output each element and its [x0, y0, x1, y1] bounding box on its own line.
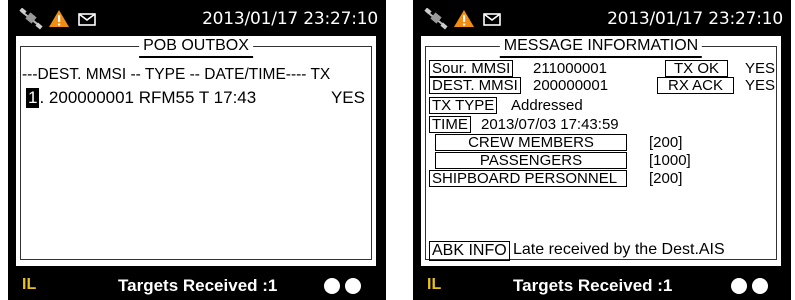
datetime: 2013/01/17 23:27:10: [607, 9, 783, 29]
satellite-icon: [424, 8, 448, 30]
outbox-column-header: ---DEST. MMSI -- TYPE -- DATE/TIME---- T…: [22, 66, 331, 83]
il-indicator: IL: [22, 276, 37, 293]
tx-type-row: TX TYPE: [429, 97, 498, 114]
message-info-panel: MESSAGE INFORMATION Sour. MMSI 211000001…: [421, 36, 781, 266]
message-information-screen: 2013/01/17 23:27:10 MESSAGE INFORMATION …: [413, 0, 791, 300]
warning-icon: [49, 10, 69, 27]
targets-received: Targets Received :1: [513, 276, 673, 295]
row-details: . 200000001 RFM55 T 17:43: [39, 88, 257, 107]
passengers-value: [1000]: [649, 152, 691, 169]
dest-mmsi-label: DEST. MMSI: [429, 77, 521, 94]
abk-value: Late received by the Dest.AIS: [513, 241, 725, 258]
status-dot-1: [324, 278, 340, 294]
sour-mmsi-row: Sour. MMSI: [429, 60, 514, 77]
abk-row: ABK INFO: [429, 241, 510, 261]
tx-ok-value: YES: [745, 60, 776, 77]
time-row: TIME: [429, 116, 471, 133]
pob-outbox-screen: 2013/01/17 23:27:10 POB OUTBOX ---DEST. …: [8, 0, 386, 300]
outbox-panel: POB OUTBOX ---DEST. MMSI -- TYPE -- DATE…: [16, 36, 376, 266]
status-dot-2: [752, 278, 768, 294]
panel-title: POB OUTBOX: [139, 36, 253, 58]
dest-mmsi-row: DEST. MMSI: [429, 77, 521, 94]
warning-icon: [454, 10, 474, 27]
tx-type-value: Addressed: [511, 97, 583, 114]
shipboard-row: SHIPBOARD PERSONNEL: [429, 170, 627, 187]
datetime: 2013/01/17 23:27:10: [202, 9, 378, 29]
passengers-row: PASSENGERS: [435, 152, 627, 169]
bottom-bar: IL Targets Received :1: [8, 272, 386, 300]
satellite-icon: [19, 8, 43, 30]
crew-row: CREW MEMBERS: [435, 134, 627, 151]
tx-ok-wrap: TX OK: [665, 60, 729, 77]
crew-label: CREW MEMBERS: [435, 134, 627, 151]
mail-icon: [78, 13, 96, 26]
mail-icon: [483, 13, 501, 26]
status-bar: 2013/01/17 23:27:10: [413, 0, 791, 36]
shipboard-label: SHIPBOARD PERSONNEL: [429, 170, 627, 187]
time-value: 2013/07/03 17:43:59: [481, 116, 619, 133]
shipboard-value: [200]: [649, 170, 683, 187]
sour-mmsi-label: Sour. MMSI: [429, 60, 514, 77]
status-bar: 2013/01/17 23:27:10: [8, 0, 386, 36]
targets-received: Targets Received :1: [118, 276, 278, 295]
tx-ok-label: TX OK: [665, 60, 729, 77]
rx-ack-wrap: RX ACK: [657, 77, 735, 94]
dest-mmsi-value: 200000001: [533, 77, 609, 94]
tx-type-label: TX TYPE: [429, 97, 498, 114]
bottom-bar: IL Targets Received :1: [413, 272, 791, 300]
panel-title: MESSAGE INFORMATION: [499, 36, 703, 58]
status-dot-1: [731, 278, 747, 294]
sour-mmsi-value: 211000001: [533, 60, 607, 77]
abk-label: ABK INFO: [429, 241, 510, 261]
time-label: TIME: [429, 116, 471, 133]
row-index: 1: [26, 88, 40, 108]
il-indicator: IL: [427, 276, 442, 293]
crew-value: [200]: [649, 134, 683, 151]
outbox-row[interactable]: 1. 200000001 RFM55 T 17:43 YES: [26, 88, 371, 108]
rx-ack-label: RX ACK: [657, 77, 735, 94]
rx-ack-value: YES: [745, 77, 776, 94]
status-dot-2: [345, 278, 361, 294]
row-tx-status: YES: [330, 88, 365, 107]
passengers-label: PASSENGERS: [435, 152, 627, 169]
